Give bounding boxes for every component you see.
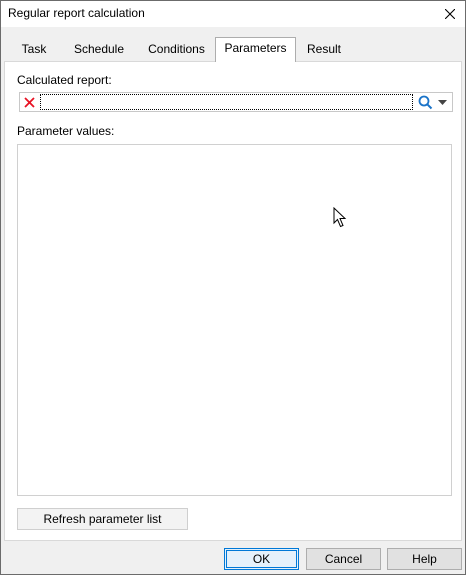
ok-button[interactable]: OK xyxy=(224,548,299,570)
parameter-values-label: Parameter values: xyxy=(17,124,115,138)
clear-icon[interactable] xyxy=(23,96,36,109)
cancel-button[interactable]: Cancel xyxy=(306,548,381,570)
chevron-down-icon[interactable] xyxy=(438,100,447,105)
refresh-parameter-list-button[interactable]: Refresh parameter list xyxy=(17,508,188,530)
close-icon xyxy=(445,9,455,19)
dialog-window: Regular report calculation Task Schedule… xyxy=(0,0,466,575)
tab-parameters[interactable]: Parameters xyxy=(215,37,296,62)
mouse-cursor-icon xyxy=(333,207,347,228)
tab-result[interactable]: Result xyxy=(299,39,349,61)
tab-task[interactable]: Task xyxy=(9,39,59,61)
calculated-report-label: Calculated report: xyxy=(17,73,112,87)
tab-schedule[interactable]: Schedule xyxy=(64,39,134,61)
close-button[interactable] xyxy=(435,1,465,27)
title-bar: Regular report calculation xyxy=(1,1,465,27)
parameter-values-grid[interactable] xyxy=(17,144,452,496)
search-icon[interactable] xyxy=(418,95,433,110)
help-button[interactable]: Help xyxy=(387,548,462,570)
calculated-report-selector[interactable] xyxy=(19,92,453,112)
calculated-report-input[interactable] xyxy=(40,94,413,110)
parameters-panel: Calculated report: Parameter values: Ref… xyxy=(4,61,462,541)
tab-conditions[interactable]: Conditions xyxy=(139,39,214,61)
window-title: Regular report calculation xyxy=(8,6,145,20)
tab-strip: Task Schedule Conditions Parameters Resu… xyxy=(9,37,457,62)
